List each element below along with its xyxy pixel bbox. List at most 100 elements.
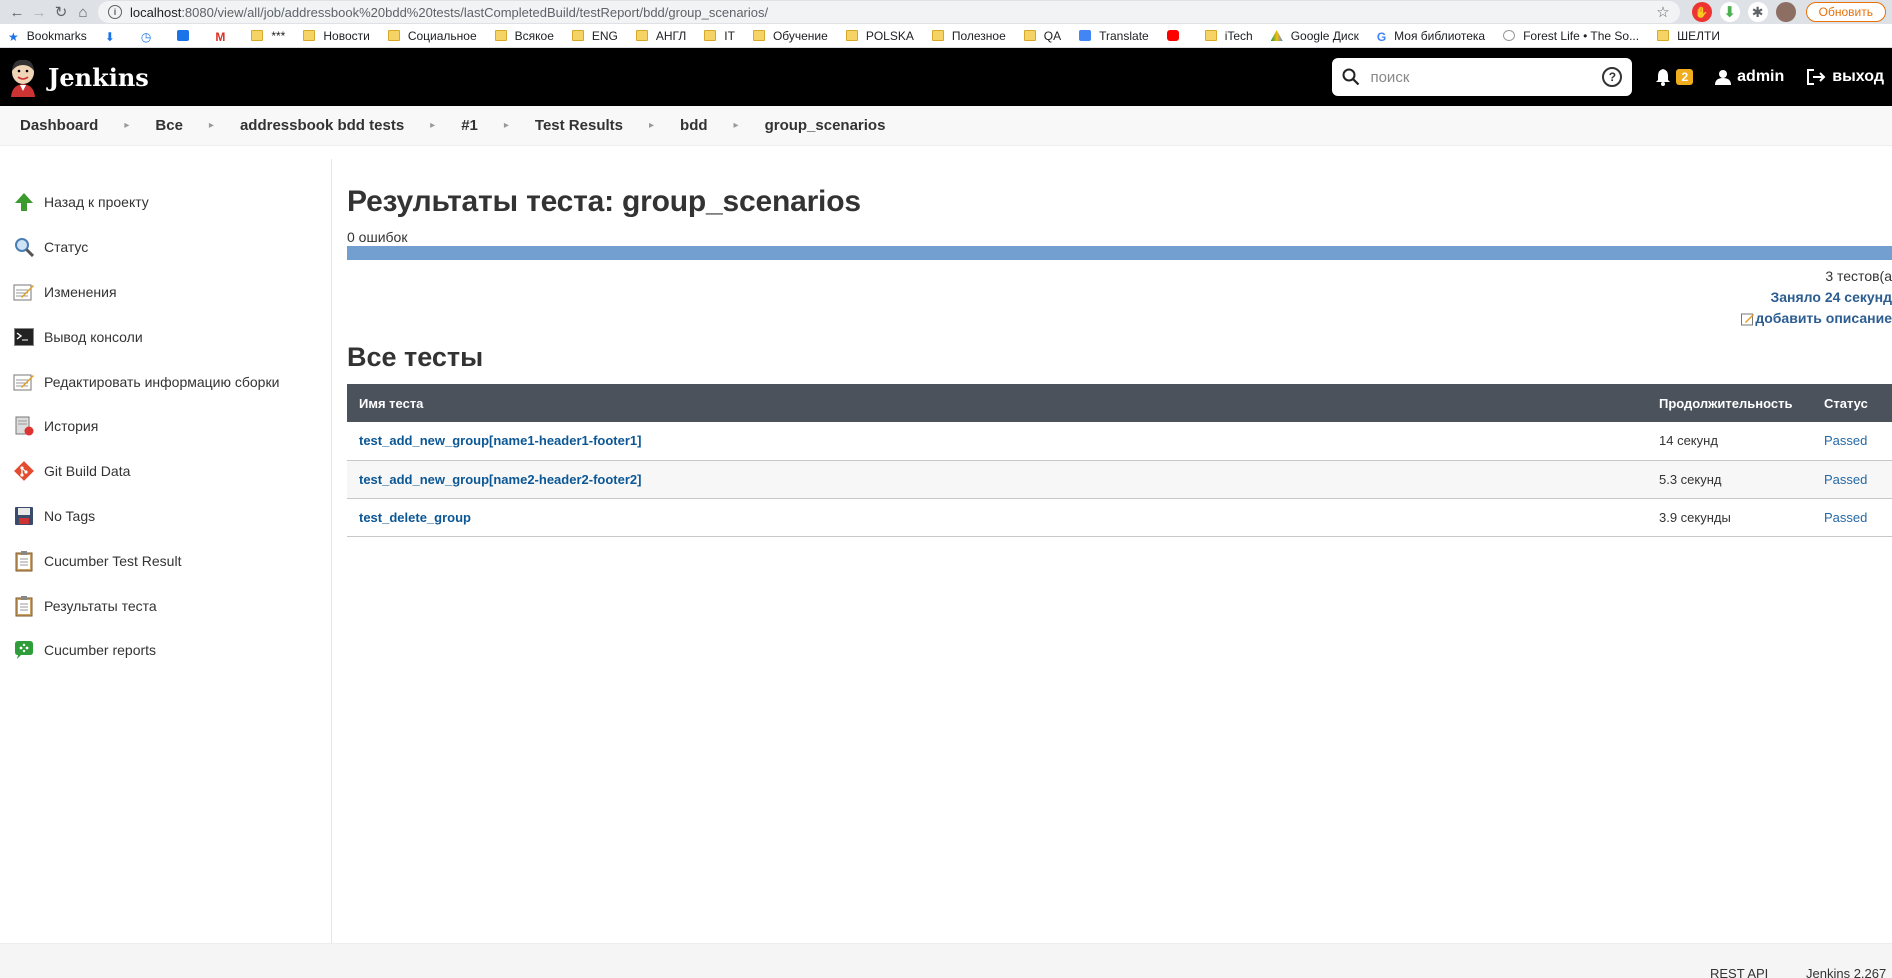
home-icon[interactable]: ⌂ [72,1,94,23]
logo-text: Jenkins [48,62,149,92]
breadcrumb-separator-icon[interactable]: ▸ [209,120,214,131]
extensions-puzzle-icon[interactable]: ✱ [1747,2,1768,22]
breadcrumb-job[interactable]: addressbook bdd tests [240,117,404,134]
help-icon[interactable]: ? [1602,67,1623,87]
reload-icon[interactable]: ↻ [50,1,72,23]
bookmark-folder[interactable]: Всякое [494,29,554,43]
bookmark-mail[interactable] [177,30,197,41]
sidebar-item-changes[interactable]: Изменения [0,270,331,315]
mail-icon [177,30,190,41]
terminal-icon [12,325,36,349]
column-header-duration[interactable]: Продолжительность [1647,384,1812,422]
breadcrumb-dashboard[interactable]: Dashboard [20,117,98,134]
breadcrumb-class[interactable]: group_scenarios [765,117,886,134]
up-arrow-icon [12,190,36,214]
status-cell: Passed [1812,460,1892,499]
translate-icon [1079,30,1092,41]
breadcrumb-all[interactable]: Все [155,117,183,134]
search-box[interactable]: ? [1332,58,1633,96]
site-info-icon[interactable]: i [108,5,122,19]
folder-icon [1023,30,1036,41]
bookmark-download[interactable]: ⬇ [104,30,123,44]
jenkins-header: Jenkins ? 2 admin выход [0,48,1892,106]
sidebar-item-cucumber-reports[interactable]: Cucumber reports [0,628,331,673]
bookmark-folder[interactable]: Новости [303,29,370,43]
bookmark-folder[interactable]: АНГЛ [635,29,686,43]
adblock-extension-icon[interactable]: ✋ [1691,2,1712,22]
bookmark-forest[interactable]: Forest Life • The So... [1503,29,1639,43]
search-input[interactable] [1370,68,1603,86]
bookmark-folder[interactable]: iTech [1204,29,1253,43]
address-bar[interactable]: i localhost :8080/view/all/job/addressbo… [98,1,1680,23]
bookmark-folder[interactable]: *** [251,29,285,43]
back-icon[interactable]: ← [6,1,28,23]
bookmark-gmail[interactable]: M [215,30,233,44]
notifications[interactable]: 2 [1654,68,1694,86]
download-icon: ⬇ [104,30,115,44]
profile-avatar[interactable] [1775,2,1796,22]
bookmark-google-drive[interactable]: Google Диск [1270,29,1359,43]
bookmark-translate[interactable]: Translate [1079,29,1149,43]
notifications-badge: 2 [1676,69,1694,85]
logout-link[interactable]: выход [1806,68,1884,86]
bookmark-google[interactable]: G Моя библиотека [1377,29,1485,45]
jenkins-logo[interactable]: Jenkins [8,57,149,97]
sidebar-item-label: Git Build Data [44,463,131,480]
bookmark-history[interactable]: ◷ [141,30,159,44]
clipboard-icon [12,549,36,573]
bookmark-folder[interactable]: POLSKA [845,29,914,43]
folder-icon [571,30,584,41]
bookmark-folder[interactable]: Социальное [387,29,477,43]
sidebar-item-history[interactable]: История [0,404,331,449]
page-footer: REST API Jenkins 2.267 [0,943,1892,978]
bookmark-youtube[interactable] [1166,30,1187,41]
forward-icon[interactable]: → [28,1,50,23]
breadcrumb-test-results[interactable]: Test Results [535,117,623,134]
bookmark-folder[interactable]: QA [1023,29,1061,43]
sidebar-item-no-tags[interactable]: No Tags [0,494,331,539]
bookmark-folder[interactable]: IT [704,29,735,43]
breadcrumb-separator-icon[interactable]: ▸ [504,120,509,131]
sidebar-item-git-build-data[interactable]: Git Build Data [0,449,331,494]
sidebar-item-edit-build-info[interactable]: Редактировать информацию сборки [0,359,331,404]
page-title: Результаты теста: group_scenarios [347,185,861,218]
sidebar-item-status[interactable]: Статус [0,225,331,270]
bookmark-folder[interactable]: ШЕЛТИ [1657,29,1720,43]
breadcrumb-separator-icon[interactable]: ▸ [124,120,129,131]
bookmark-star-icon[interactable]: ☆ [1656,3,1669,21]
user-menu[interactable]: admin [1715,68,1784,86]
breadcrumb-build[interactable]: #1 [461,117,478,134]
bookmark-item[interactable]: ★ Bookmarks [8,29,87,45]
add-description-link[interactable]: добавить описание [347,308,1892,329]
cucumber-icon [12,638,36,662]
download-extension-icon[interactable]: ⬇ [1719,2,1740,22]
rest-api-link[interactable]: REST API [1710,966,1768,978]
edit-description-icon [1741,313,1755,325]
bookmark-folder[interactable]: Полезное [931,29,1006,43]
breadcrumb-separator-icon[interactable]: ▸ [430,120,435,131]
column-header-test-name[interactable]: Имя теста [347,384,1647,422]
test-link[interactable]: test_add_new_group[name1-header1-footer1… [359,433,641,448]
bookmark-folder[interactable]: ENG [571,29,618,43]
folder-icon [1204,30,1217,41]
sidebar-item-console-output[interactable]: Вывод консоли [0,314,331,359]
column-header-status[interactable]: Статус [1812,384,1892,422]
test-link[interactable]: test_delete_group [359,510,471,525]
breadcrumb-separator-icon[interactable]: ▸ [649,120,654,131]
tests-table: Имя теста Продолжительность Статус test_… [347,384,1892,537]
logout-label: выход [1832,68,1884,85]
breadcrumb-separator-icon[interactable]: ▸ [734,120,739,131]
bookmark-folder[interactable]: Обучение [752,29,828,43]
history-icon [12,414,36,438]
breadcrumb-package[interactable]: bdd [680,117,708,134]
sidebar-item-back-to-project[interactable]: Назад к проекту [0,180,331,225]
folder-icon [931,30,944,41]
username: admin [1737,68,1785,85]
update-button[interactable]: Обновить [1805,2,1886,22]
sidebar-item-test-results[interactable]: Результаты теста [0,583,331,628]
test-link[interactable]: test_add_new_group[name2-header2-footer2… [359,472,641,487]
duration-link[interactable]: Заняло 24 секунд [347,287,1892,308]
jenkins-version-link[interactable]: Jenkins 2.267 [1806,966,1886,978]
logout-icon [1807,69,1826,85]
sidebar-item-cucumber-test-result[interactable]: Cucumber Test Result [0,538,331,583]
